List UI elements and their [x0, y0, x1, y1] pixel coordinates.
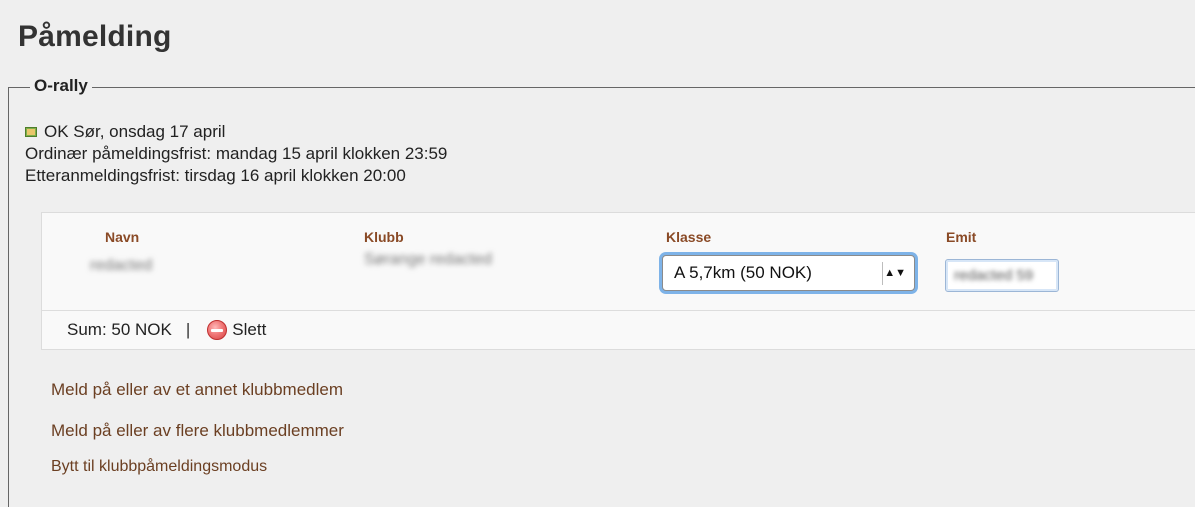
- sum-text: Sum: 50 NOK: [67, 320, 172, 339]
- emit-input[interactable]: redacted 59: [945, 259, 1059, 292]
- register-more-members-link[interactable]: Meld på eller av flere klubbmedlemmer: [51, 421, 344, 441]
- select-arrows-icon: ▲▼: [884, 267, 906, 279]
- delete-label: Slett: [232, 320, 267, 339]
- participant-name: redacted: [90, 257, 153, 274]
- mail-icon: [25, 127, 37, 137]
- sum-row: Sum: 50 NOK | Slett: [67, 318, 266, 342]
- late-deadline: Etteranmeldingsfrist: tirsdag 16 april k…: [25, 166, 406, 185]
- emit-column-label: Emit: [946, 229, 977, 245]
- regular-deadline: Ordinær påmeldingsfrist: mandag 15 april…: [25, 144, 448, 163]
- class-select[interactable]: A 5,7km (50 NOK) ▲▼: [662, 255, 915, 291]
- event-section-title: O-rally: [30, 76, 92, 96]
- page-title: Påmelding: [18, 20, 172, 53]
- name-column-label: Navn: [105, 229, 140, 245]
- event-location-date-line: OK Sør, onsdag 17 april: [25, 121, 447, 143]
- event-location-date: OK Sør, onsdag 17 april: [44, 122, 226, 141]
- class-column-label: Klasse: [666, 229, 712, 245]
- register-other-member-link[interactable]: Meld på eller av et annet klubbmedlem: [51, 380, 343, 400]
- entry-divider: [42, 310, 1195, 311]
- club-mode-link[interactable]: Bytt til klubbpåmeldingsmodus: [51, 458, 267, 476]
- club-column-label: Klubb: [364, 229, 404, 245]
- emit-value: redacted 59: [954, 267, 1034, 284]
- delete-button[interactable]: Slett: [207, 320, 266, 340]
- class-selected-value: A 5,7km (50 NOK): [674, 263, 812, 282]
- select-divider: [882, 262, 883, 285]
- remove-icon: [207, 320, 228, 340]
- summary-separator: |: [185, 320, 191, 339]
- entry-box: Navn Klubb Klasse Emit redacted Sørange …: [41, 212, 1195, 350]
- participant-club: Sørange redacted: [364, 251, 493, 268]
- event-info: OK Sør, onsdag 17 april Ordinær påmeldin…: [25, 121, 447, 187]
